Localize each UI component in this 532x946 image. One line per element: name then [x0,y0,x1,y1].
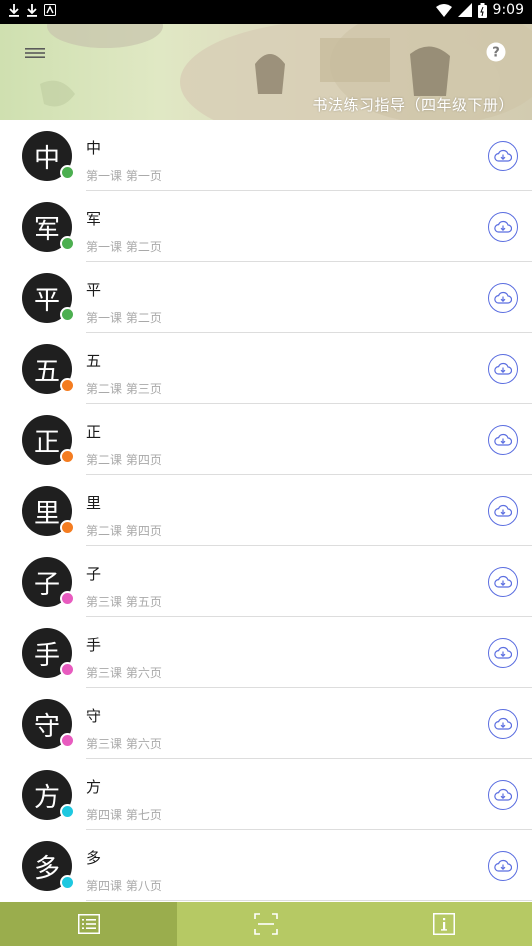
cloud-download-icon [494,646,512,659]
bottom-nav [0,902,532,946]
header-banner: ? 书法练习指导（四年级下册） [0,24,532,120]
cloud-download-icon [494,433,512,446]
list-item[interactable]: 平 平第一课 第二页 [0,262,532,333]
cloud-download-icon [494,362,512,375]
list-item[interactable]: 军 军第一课 第二页 [0,191,532,262]
download-button[interactable] [488,283,518,313]
menu-icon[interactable] [20,42,50,64]
lesson-color-dot [60,520,75,535]
lesson-page-label: 第一课 第二页 [86,240,162,254]
list-item[interactable]: 中 中第一课 第一页 [0,120,532,191]
download-icon [27,4,37,17]
avatar-character: 守 [33,711,60,742]
download-button[interactable] [488,567,518,597]
lesson-page-label: 第二课 第三页 [86,382,162,396]
tab-info[interactable] [355,902,532,946]
lesson-color-dot [60,591,75,606]
svg-text:?: ? [492,46,500,61]
character-label: 方 [86,778,102,796]
avatar-character: 军 [33,214,60,245]
status-bar: 9:09 [0,0,532,24]
avatar-character: 手 [33,640,60,671]
download-button[interactable] [488,780,518,810]
lesson-page-label: 第一课 第一页 [86,169,162,183]
download-icon [9,4,19,17]
list-item[interactable]: 五 五第二课 第三页 [0,333,532,404]
cloud-download-icon [494,788,512,801]
battery-icon [477,2,487,18]
lesson-page-label: 第一课 第二页 [86,311,162,325]
cloud-download-icon [494,717,512,730]
character-list: 中中第一课 第一页军军第一课 第二页平平第一课 第二页五五第二课 第三页正正第二… [0,120,532,901]
list-item[interactable]: 守 守第三课 第六页 [0,688,532,759]
list-item[interactable]: 里 里第二课 第四页 [0,475,532,546]
tab-list[interactable] [0,902,177,946]
download-button[interactable] [488,354,518,384]
list-item[interactable]: 手 手第三课 第六页 [0,617,532,688]
lesson-page-label: 第四课 第七页 [86,808,162,822]
lesson-color-dot [60,378,75,393]
character-label: 正 [86,423,102,441]
character-label: 五 [86,352,102,370]
cloud-download-icon [494,859,512,872]
download-button[interactable] [488,141,518,171]
lesson-color-dot [60,449,75,464]
avatar-character: 多 [33,853,60,884]
cloud-download-icon [494,220,512,233]
list-item[interactable]: 正 正第二课 第四页 [0,404,532,475]
cloud-download-icon [494,291,512,304]
list-item[interactable]: 子 子第三课 第五页 [0,546,532,617]
avatar-character: 子 [33,569,60,600]
clock: 9:09 [492,2,524,18]
character-label: 里 [86,494,102,512]
lesson-color-dot [60,875,75,890]
download-button[interactable] [488,425,518,455]
character-label: 军 [86,210,102,228]
character-label: 手 [86,636,102,654]
lesson-page-label: 第二课 第四页 [86,453,162,467]
download-button[interactable] [488,212,518,242]
row-divider [86,900,532,901]
lesson-color-dot [60,165,75,180]
cloud-download-icon [494,149,512,162]
avatar-character: 五 [33,356,60,387]
help-icon[interactable]: ? [486,42,506,62]
character-label: 多 [86,849,102,867]
lesson-page-label: 第三课 第六页 [86,666,162,680]
scan-icon [254,913,278,935]
download-button[interactable] [488,851,518,881]
avatar-character: 里 [33,498,60,529]
character-label: 中 [86,139,102,157]
list-item[interactable]: 方 方第四课 第七页 [0,759,532,830]
lesson-page-label: 第二课 第四页 [86,524,162,538]
avatar-character: 中 [33,143,60,174]
download-button[interactable] [488,638,518,668]
avatar-character: 正 [33,427,60,458]
app-notification-icon [44,4,56,16]
character-label: 平 [86,281,102,299]
cloud-download-icon [494,575,512,588]
lesson-color-dot [60,236,75,251]
avatar-character: 平 [33,285,60,316]
tab-scan[interactable] [177,902,355,946]
signal-icon [457,3,472,17]
lesson-color-dot [60,733,75,748]
lesson-color-dot [60,804,75,819]
lesson-color-dot [60,307,75,322]
list-item[interactable]: 多 多第四课 第八页 [0,830,532,901]
download-button[interactable] [488,709,518,739]
character-label: 守 [86,707,102,725]
character-label: 子 [86,565,102,583]
info-icon [432,913,455,935]
list-icon [77,914,100,934]
download-button[interactable] [488,496,518,526]
lesson-page-label: 第四课 第八页 [86,879,162,893]
cloud-download-icon [494,504,512,517]
lesson-color-dot [60,662,75,677]
page-title: 书法练习指导（四年级下册） [312,96,514,114]
wifi-icon [435,3,452,17]
avatar-character: 方 [33,782,60,813]
lesson-page-label: 第三课 第五页 [86,595,162,609]
lesson-page-label: 第三课 第六页 [86,737,162,751]
